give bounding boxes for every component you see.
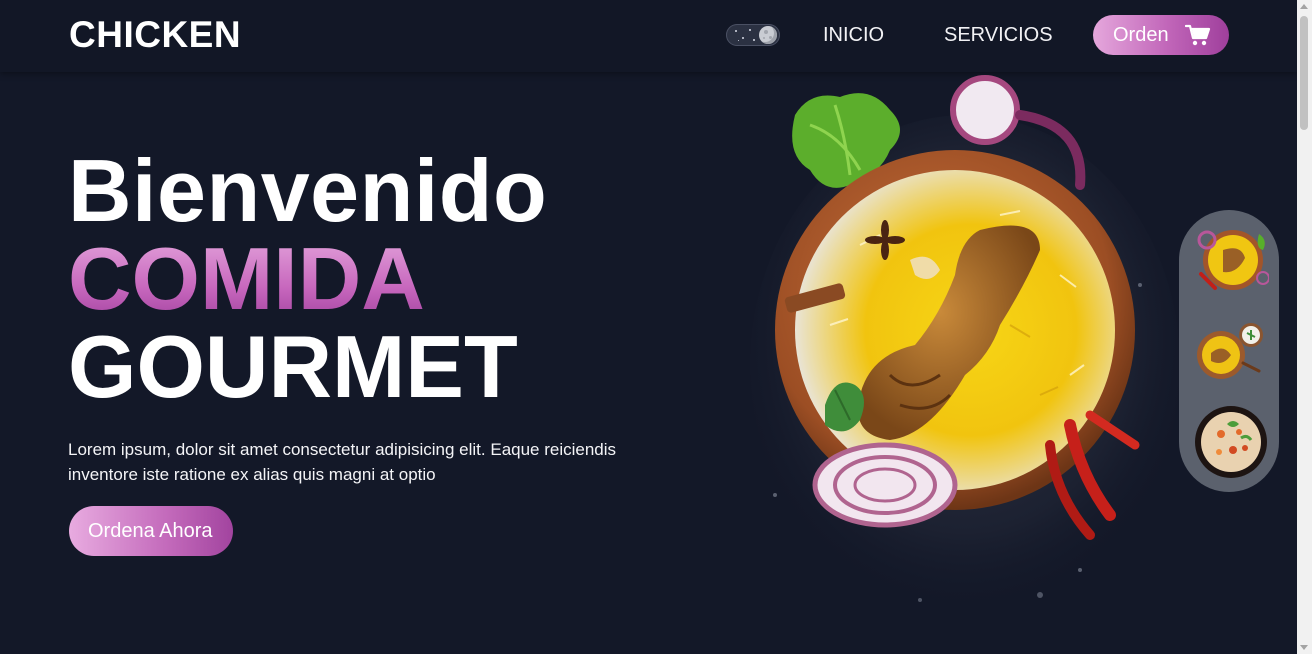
cart-icon <box>1185 24 1211 46</box>
biryani-bowl-thumb[interactable] <box>1193 222 1269 298</box>
moon-icon <box>759 26 777 44</box>
scrollbar-thumb[interactable] <box>1300 16 1308 130</box>
order-now-label: Ordena Ahora <box>88 520 213 542</box>
dish-thumbnails <box>1179 210 1279 492</box>
hero-description: Lorem ipsum, dolor sit amet consectetur … <box>68 440 617 484</box>
biryani-bowl-image <box>750 75 1180 615</box>
hero-title-line-3: GOURMET <box>68 317 518 416</box>
nav-link-inicio[interactable]: INICIO <box>823 22 884 48</box>
navbar: CHICKEN INICIO SERVICIOS Orden <box>0 0 1297 72</box>
order-button[interactable]: Orden <box>1093 15 1229 55</box>
scroll-up-arrow-icon[interactable] <box>1300 4 1308 9</box>
hero-title-line-1: Bienvenido <box>68 141 548 240</box>
order-button-label: Orden <box>1113 24 1169 46</box>
fried-rice-bowl-thumb[interactable] <box>1193 404 1269 480</box>
order-now-button[interactable]: Ordena Ahora <box>69 506 233 556</box>
nav-link-servicios[interactable]: SERVICIOS <box>944 22 1053 48</box>
logo[interactable]: CHICKEN <box>69 14 241 56</box>
biryani-raita-thumb[interactable] <box>1193 313 1269 389</box>
scroll-down-arrow-icon[interactable] <box>1300 645 1308 650</box>
hero-title-line-2: COMIDA <box>68 229 425 328</box>
landing-page: CHICKEN INICIO SERVICIOS Orden Bienvenid… <box>0 0 1312 654</box>
theme-toggle[interactable] <box>726 24 780 46</box>
